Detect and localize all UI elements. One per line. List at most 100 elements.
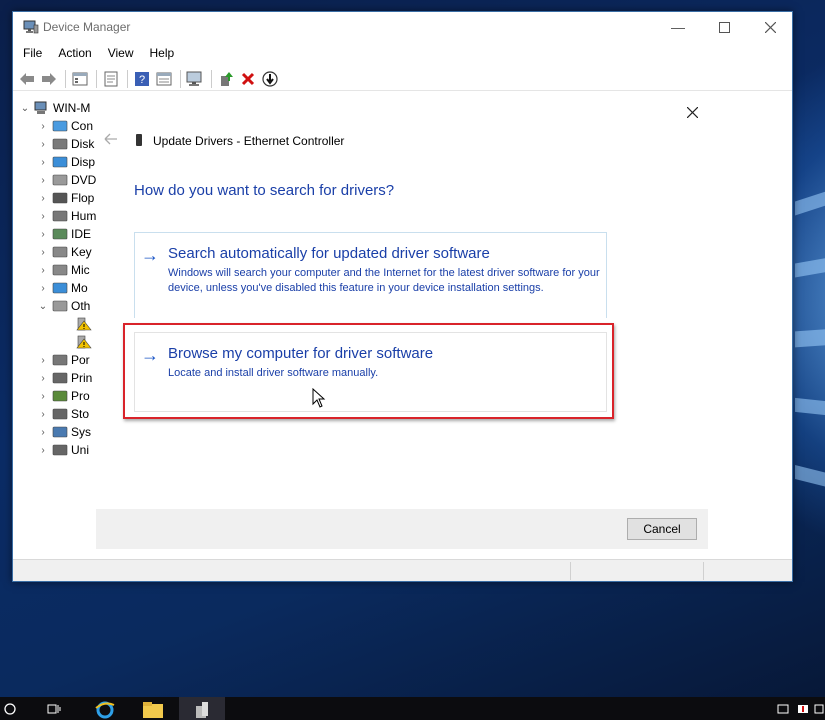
dvd-icon: [52, 174, 68, 186]
chevron-down-icon[interactable]: ⌄: [19, 103, 31, 114]
close-button[interactable]: [747, 12, 793, 42]
floppy-icon: [52, 192, 68, 204]
tree-item-label: Uni: [71, 443, 90, 457]
toolbar-separator: [96, 69, 97, 88]
monitor-icon: [52, 282, 68, 294]
toolbar-separator: [127, 69, 128, 88]
tray-icon[interactable]: [812, 697, 825, 720]
uninstall-icon: [241, 72, 255, 85]
tree-view-button[interactable]: [70, 69, 90, 89]
tree-item[interactable]: [73, 315, 95, 333]
tree-item[interactable]: › Por: [37, 351, 89, 369]
menu-action[interactable]: Action: [56, 43, 101, 63]
tree-item[interactable]: › Uni: [37, 441, 89, 459]
close-icon: [764, 21, 776, 33]
device-manager-icon: [23, 20, 39, 34]
internet-explorer-button[interactable]: [90, 697, 120, 720]
chevron-right-icon[interactable]: ›: [37, 409, 49, 420]
light-beam: [795, 256, 825, 278]
chevron-right-icon[interactable]: ›: [37, 355, 49, 366]
dialog-back-button[interactable]: [104, 132, 118, 148]
tree-item[interactable]: › Mo: [37, 279, 87, 297]
properties-button[interactable]: [101, 69, 121, 89]
chevron-right-icon[interactable]: ›: [37, 229, 49, 240]
window-title: Device Manager: [43, 20, 131, 34]
toolbar-separator: [180, 69, 181, 88]
tree-item[interactable]: › Sys: [37, 423, 91, 441]
tree-item[interactable]: [73, 333, 95, 351]
forward-button[interactable]: [39, 69, 59, 89]
warning-device-icon: [76, 335, 92, 349]
help-button[interactable]: ?: [132, 69, 152, 89]
chevron-right-icon[interactable]: ›: [37, 445, 49, 456]
option-title: Search automatically for updated driver …: [168, 245, 490, 262]
disable-button[interactable]: [260, 69, 280, 89]
task-view-button[interactable]: [40, 697, 68, 720]
back-icon: [20, 72, 34, 85]
tree-item[interactable]: › Sto: [37, 405, 89, 423]
maximize-button[interactable]: [701, 12, 747, 42]
tray-icon[interactable]: [795, 697, 811, 720]
menu-file[interactable]: File: [21, 43, 52, 63]
search-automatically-option[interactable]: → Search automatically for updated drive…: [134, 232, 607, 318]
tree-item[interactable]: › Con: [37, 117, 93, 135]
details-button[interactable]: [154, 69, 174, 89]
menu-help[interactable]: Help: [148, 43, 185, 63]
chevron-right-icon[interactable]: ›: [37, 373, 49, 384]
tree-view-icon: [72, 72, 88, 85]
minimize-button[interactable]: —: [655, 12, 701, 42]
forward-icon: [42, 72, 56, 85]
disable-icon: [262, 70, 278, 87]
chevron-right-icon[interactable]: ›: [37, 265, 49, 276]
tree-item[interactable]: ⌄ Oth: [37, 297, 91, 315]
dialog-footer: Cancel: [96, 509, 708, 549]
tree-root[interactable]: ⌄ WIN-M: [19, 99, 91, 117]
tree-item[interactable]: › Disp: [37, 153, 95, 171]
chevron-right-icon[interactable]: ›: [37, 139, 49, 150]
tray-icon[interactable]: [775, 697, 791, 720]
chevron-right-icon[interactable]: ›: [37, 157, 49, 168]
tree-item[interactable]: › Hum: [37, 207, 96, 225]
search-button[interactable]: [0, 697, 20, 720]
chevron-right-icon[interactable]: ›: [37, 391, 49, 402]
update-driver-button[interactable]: [216, 69, 236, 89]
update-driver-icon: [221, 71, 233, 86]
task-view-icon: [47, 704, 61, 713]
tree-item-label: DVD: [71, 173, 97, 187]
system-icon: [52, 426, 68, 438]
chevron-right-icon[interactable]: ›: [37, 427, 49, 438]
device-manager-task-button[interactable]: [179, 697, 225, 720]
tree-item-label: Hum: [71, 209, 97, 223]
tree-item[interactable]: › Prin: [37, 369, 92, 387]
status-bar: [13, 559, 792, 581]
chevron-right-icon[interactable]: ›: [37, 121, 49, 132]
chevron-right-icon[interactable]: ›: [37, 283, 49, 294]
uninstall-button[interactable]: [238, 69, 258, 89]
tree-item[interactable]: › Pro: [37, 387, 89, 405]
internet-explorer-icon: [95, 701, 115, 718]
back-button[interactable]: [17, 69, 37, 89]
tree-item[interactable]: › Flop: [37, 189, 94, 207]
chevron-down-icon[interactable]: ⌄: [37, 301, 49, 312]
tree-item[interactable]: › DVD: [37, 171, 96, 189]
light-beam: [795, 465, 825, 489]
tree-item[interactable]: › Disk: [37, 135, 94, 153]
tree-item[interactable]: › IDE: [37, 225, 91, 243]
menu-view[interactable]: View: [106, 43, 144, 63]
title-bar: Device Manager —: [13, 12, 792, 42]
svg-text:?: ?: [139, 74, 145, 86]
mouse-cursor-icon: [312, 388, 326, 408]
chevron-right-icon[interactable]: ›: [37, 175, 49, 186]
file-explorer-button[interactable]: [138, 697, 168, 720]
chevron-right-icon[interactable]: ›: [37, 247, 49, 258]
scan-hardware-button[interactable]: [185, 69, 205, 89]
cancel-button[interactable]: Cancel: [627, 518, 697, 540]
dialog-close-button[interactable]: [683, 103, 701, 121]
chevron-right-icon[interactable]: ›: [37, 193, 49, 204]
computer-icon: [34, 101, 47, 114]
close-icon: [686, 106, 698, 118]
chevron-right-icon[interactable]: ›: [37, 211, 49, 222]
tree-item-label: Key: [71, 245, 92, 259]
tree-item[interactable]: › Mic: [37, 261, 89, 279]
tree-item[interactable]: › Key: [37, 243, 92, 261]
